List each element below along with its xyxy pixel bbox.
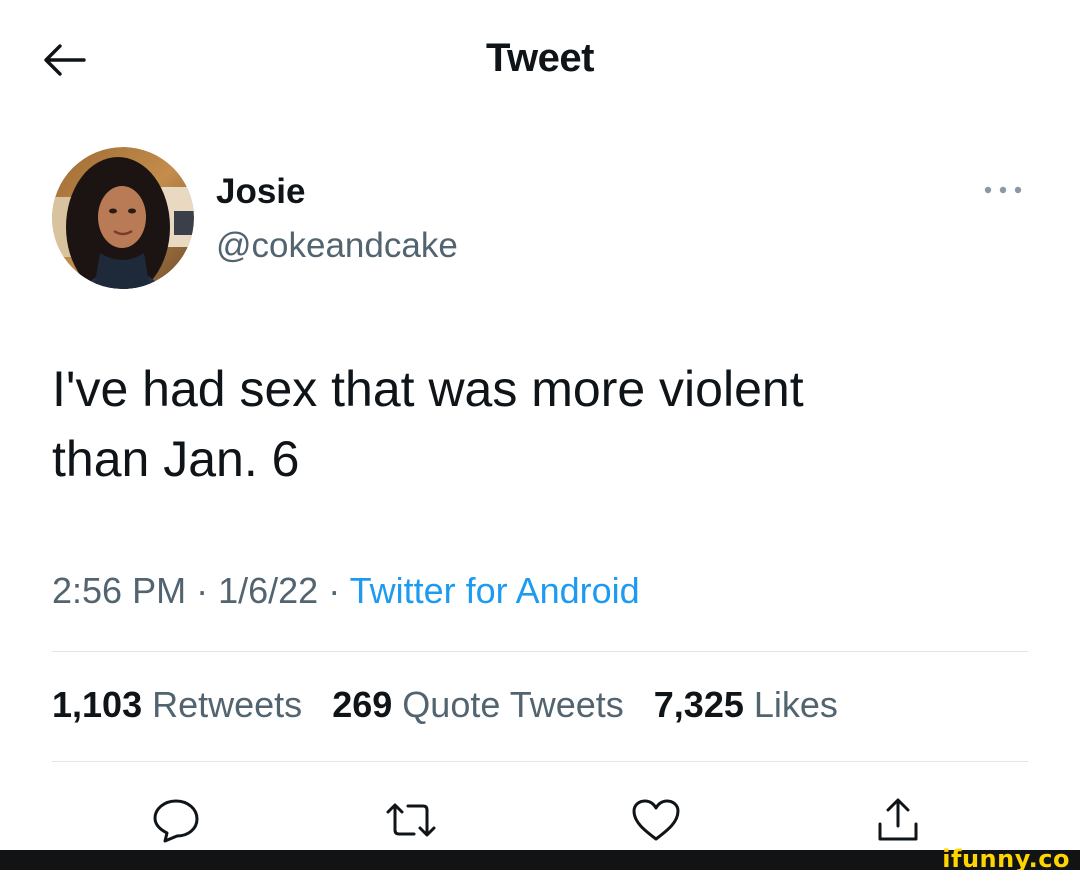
quote-tweets-count: 269 — [332, 684, 393, 725]
retweets-label: Retweets — [152, 684, 303, 725]
author-handle[interactable]: @cokeandcake — [216, 226, 458, 266]
share-button[interactable] — [870, 795, 926, 845]
likes-label: Likes — [753, 684, 838, 725]
retweet-button[interactable] — [383, 795, 439, 845]
author-name[interactable]: Josie — [216, 172, 306, 212]
tweet-page: Tweet Josie @cokeandcake I've had sex th… — [0, 0, 1080, 870]
avatar[interactable] — [52, 147, 194, 289]
tweet-text-line: than Jan. 6 — [52, 431, 300, 487]
divider — [52, 651, 1028, 652]
heart-icon — [632, 799, 680, 841]
like-button[interactable] — [628, 795, 684, 845]
tweet-meta: 2:56 PM · 1/6/22 · Twitter for Android — [52, 570, 640, 612]
meta-separator: · — [196, 570, 209, 611]
reply-button[interactable] — [148, 795, 204, 845]
tweet-text-line: I've had sex that was more violent — [52, 361, 804, 417]
tweet-time[interactable]: 2:56 PM — [52, 570, 186, 611]
divider — [52, 761, 1028, 762]
retweet-icon — [386, 803, 436, 837]
retweets-count: 1,103 — [52, 684, 143, 725]
reply-icon — [153, 799, 199, 843]
tweet-date[interactable]: 1/6/22 — [218, 570, 318, 611]
tweet-source-link[interactable]: Twitter for Android — [350, 570, 640, 611]
more-horizontal-icon — [984, 186, 1022, 194]
tweet-text: I've had sex that was more violent than … — [52, 354, 1012, 494]
likes-stat[interactable]: 7,325 Likes — [654, 684, 838, 726]
watermark-logo: ifunny.co — [942, 845, 1070, 870]
quote-tweets-stat[interactable]: 269 Quote Tweets — [332, 684, 624, 726]
tweet-stats: 1,103 Retweets 269 Quote Tweets 7,325 Li… — [52, 684, 858, 726]
more-button[interactable] — [978, 178, 1028, 202]
share-icon — [878, 798, 918, 841]
bottom-bar: ifunny.co — [0, 845, 1080, 870]
retweets-stat[interactable]: 1,103 Retweets — [52, 684, 302, 726]
meta-separator: · — [328, 570, 341, 611]
avatar-photo — [52, 147, 194, 289]
page-title: Tweet — [486, 36, 594, 80]
quote-tweets-label: Quote Tweets — [402, 684, 624, 725]
likes-count: 7,325 — [653, 684, 744, 725]
